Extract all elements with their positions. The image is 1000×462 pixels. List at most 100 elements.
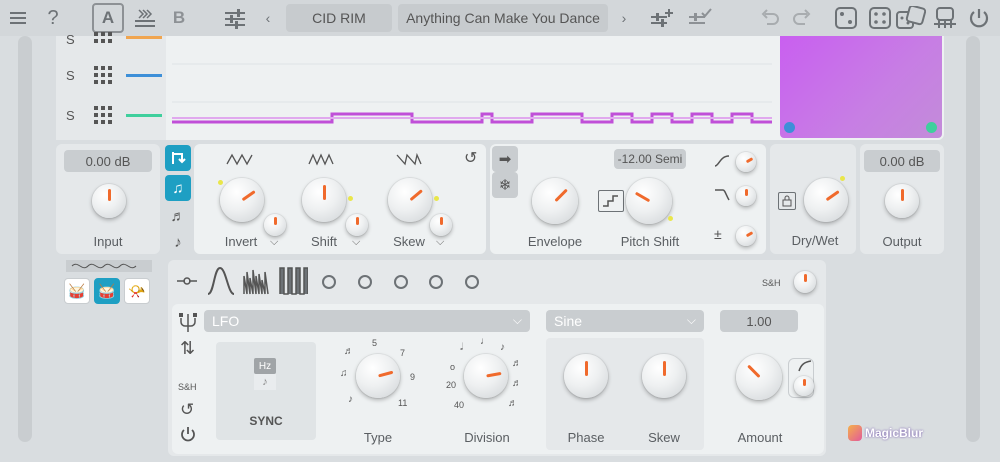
- lfo-routing-icon[interactable]: [178, 312, 198, 334]
- polarity-knob[interactable]: [736, 226, 756, 246]
- hz-toggle[interactable]: Hz: [254, 358, 276, 374]
- redo-icon[interactable]: [790, 3, 814, 33]
- retrigger-icon[interactable]: ↺: [180, 400, 194, 420]
- dotted-note-icon[interactable]: ♪: [165, 229, 191, 255]
- hamburger-icon[interactable]: [6, 3, 30, 33]
- freeze-icon[interactable]: ❄: [492, 172, 518, 198]
- amount-knob[interactable]: [736, 354, 782, 400]
- row-solo-label[interactable]: S: [66, 108, 75, 123]
- mod-dot: [840, 176, 845, 181]
- row-solo-label[interactable]: S: [66, 32, 75, 47]
- invert-knob[interactable]: [220, 178, 264, 222]
- randomize-die-icon[interactable]: [834, 3, 858, 33]
- division-knob[interactable]: [464, 354, 508, 398]
- grid-icon[interactable]: [94, 66, 112, 84]
- quantize-icon[interactable]: [598, 190, 624, 212]
- type-knob[interactable]: [356, 354, 400, 398]
- mod-dot: [348, 196, 353, 201]
- sequence-lanes[interactable]: [172, 36, 772, 140]
- prev-preset-icon[interactable]: ‹: [262, 3, 274, 33]
- note-icon[interactable]: ♫: [165, 175, 191, 201]
- randomize-four-die-icon[interactable]: [868, 3, 892, 33]
- lfo-source-dropdown[interactable]: LFO ⌵: [204, 310, 530, 332]
- skew-depth-knob[interactable]: [430, 214, 452, 236]
- slot-circle-icon[interactable]: [429, 275, 443, 289]
- lock-icon[interactable]: [778, 192, 796, 210]
- help-icon[interactable]: ?: [42, 3, 64, 33]
- chevron-down-icon[interactable]: ⌵: [270, 236, 278, 249]
- grid-icon[interactable]: [94, 32, 112, 44]
- triplet-notes-icon: ♬: [344, 346, 354, 357]
- envelope-knob[interactable]: [532, 178, 578, 224]
- xy-pad[interactable]: [780, 36, 942, 138]
- input-gain-value[interactable]: 0.00 dB: [64, 150, 152, 172]
- sample-hold-knob[interactable]: [794, 271, 816, 293]
- add-preset-icon[interactable]: [648, 3, 676, 33]
- left-scrollbar[interactable]: [18, 36, 32, 442]
- division-tick: 40: [454, 400, 465, 410]
- xy-pad-handle-blue[interactable]: [784, 122, 795, 133]
- pitch-shift-value[interactable]: -12.00 Semi: [614, 149, 686, 169]
- sixteenth-note-icon: ♬: [512, 358, 522, 369]
- lfo-power-icon[interactable]: [180, 426, 196, 442]
- chevron-down-icon[interactable]: ⌵: [352, 236, 360, 249]
- slot-circle-icon[interactable]: [465, 275, 479, 289]
- mixer-icon[interactable]: [222, 3, 248, 33]
- amount-value[interactable]: 1.00: [720, 310, 798, 332]
- lfo-skew-knob[interactable]: [642, 354, 686, 398]
- invert-wave-icon: [226, 152, 254, 166]
- phase-knob[interactable]: [564, 354, 608, 398]
- note-sync-toggle[interactable]: ♪: [254, 374, 276, 390]
- randomize-settings-icon[interactable]: [932, 3, 958, 33]
- row-color-bar: [126, 36, 162, 39]
- shift-depth-knob[interactable]: [346, 214, 368, 236]
- arrow-right-icon[interactable]: ➡: [492, 146, 518, 172]
- kick-drum-icon[interactable]: 🥁: [64, 278, 90, 304]
- xy-pad-handle-green[interactable]: [926, 122, 937, 133]
- next-preset-icon[interactable]: ›: [618, 3, 630, 33]
- half-note-icon: 𝅗𝅥: [460, 342, 464, 353]
- waveform-preview-icon: [66, 260, 152, 272]
- slot-circle-icon[interactable]: [394, 275, 408, 289]
- row-solo-label[interactable]: S: [66, 68, 75, 83]
- routing-icon[interactable]: [165, 145, 191, 171]
- square-shape-icon[interactable]: [278, 266, 308, 296]
- shift-knob[interactable]: [302, 178, 346, 222]
- skew-knob[interactable]: [388, 178, 432, 222]
- drywet-knob[interactable]: [804, 178, 848, 222]
- sine-shape-icon[interactable]: [206, 266, 236, 296]
- preset-category[interactable]: CID RIM: [286, 4, 392, 32]
- slot-a-button[interactable]: A: [92, 3, 124, 33]
- invert-depth-knob[interactable]: [264, 214, 286, 236]
- slot-circle-icon[interactable]: [358, 275, 372, 289]
- randomize-all-dice-icon[interactable]: [896, 3, 926, 33]
- amount-curve-knob[interactable]: [794, 376, 814, 396]
- up-down-arrows-icon[interactable]: ⇅: [180, 338, 195, 359]
- preset-name[interactable]: Anything Can Make You Dance: [398, 4, 608, 32]
- curve-icon: [798, 360, 812, 372]
- slot-b-button[interactable]: B: [168, 3, 190, 33]
- lfo-route-icon[interactable]: [176, 274, 198, 288]
- triplet-notes-icon[interactable]: ♬: [165, 203, 191, 229]
- pitch-shift-knob[interactable]: [626, 178, 672, 224]
- attack-knob[interactable]: [736, 152, 756, 172]
- release-knob[interactable]: [736, 186, 756, 206]
- noise-shape-icon[interactable]: [242, 266, 272, 296]
- right-scrollbar[interactable]: [966, 36, 980, 442]
- save-preset-icon[interactable]: [686, 3, 714, 33]
- input-gain-knob[interactable]: [92, 184, 126, 218]
- sync-box[interactable]: Hz ♪ SYNC: [216, 342, 316, 440]
- chevron-down-icon[interactable]: ⌵: [436, 236, 444, 249]
- undo-icon[interactable]: [758, 3, 782, 33]
- output-gain-value[interactable]: 0.00 dB: [864, 150, 940, 172]
- power-icon[interactable]: [966, 3, 992, 33]
- lfo-waveform-dropdown[interactable]: Sine ⌵: [546, 310, 704, 332]
- reset-icon[interactable]: ↺: [464, 148, 477, 168]
- snare-drum-icon[interactable]: 🥁: [94, 278, 120, 304]
- side-sample-hold-label[interactable]: S&H: [178, 382, 197, 392]
- grid-icon[interactable]: [94, 106, 112, 124]
- output-gain-knob[interactable]: [885, 184, 919, 218]
- horn-icon[interactable]: 📯: [124, 278, 150, 304]
- copy-a-to-b-icon[interactable]: [132, 3, 158, 33]
- slot-circle-icon[interactable]: [322, 275, 336, 289]
